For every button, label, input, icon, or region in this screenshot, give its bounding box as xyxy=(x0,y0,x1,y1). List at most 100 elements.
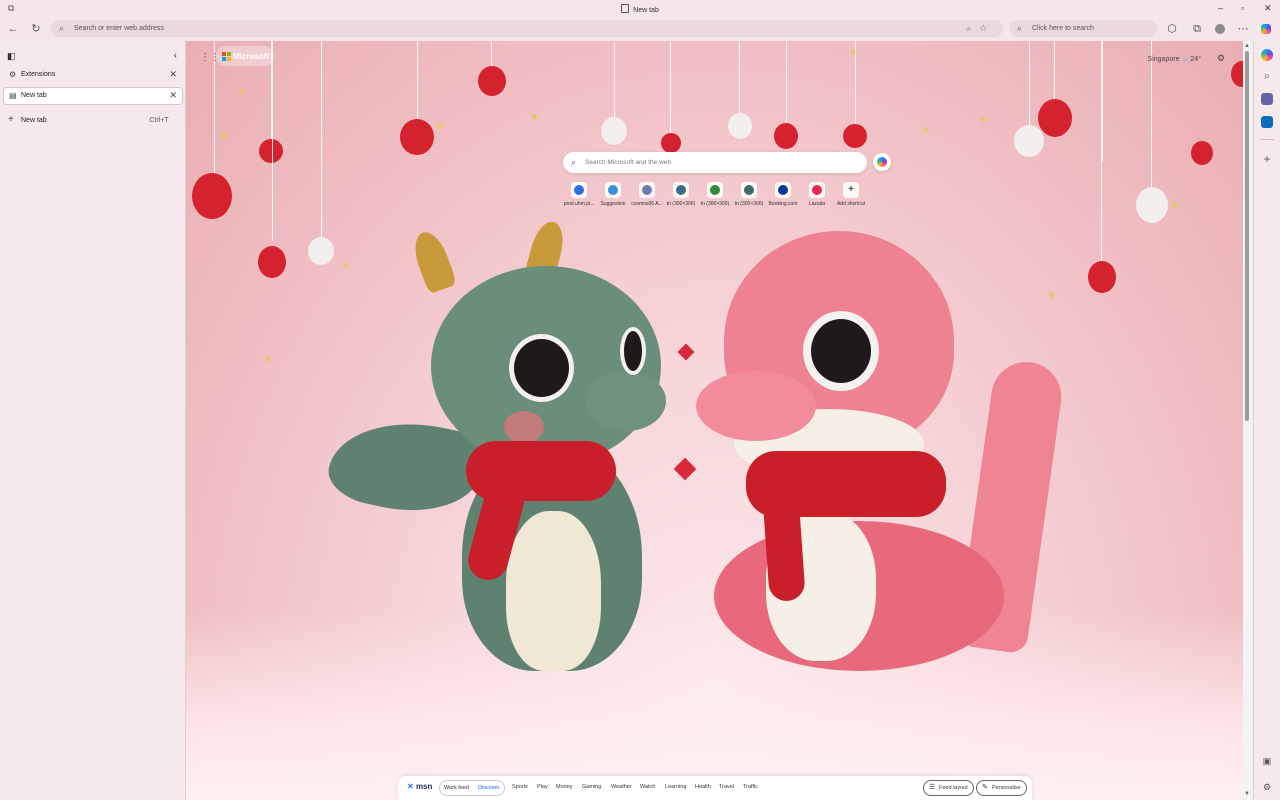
page-scrollbar[interactable]: ▲ ▼ xyxy=(1243,41,1252,800)
shortcut-tn-1[interactable]: tn (300×300) xyxy=(664,181,698,211)
copilot-icon[interactable] xyxy=(1259,22,1273,36)
sparkle-star: ✦ xyxy=(848,45,859,59)
ornament-red xyxy=(478,66,506,96)
collapse-pane-icon[interactable]: ‹ xyxy=(174,50,177,61)
edge-sidebar: ⌕ + ▣ ⚙ xyxy=(1253,41,1280,800)
shortcut-booking[interactable]: Booking.com xyxy=(766,181,800,211)
shortcut-lazada[interactable]: Lazada xyxy=(800,181,834,211)
nav-money[interactable]: Money xyxy=(556,784,573,790)
new-tab-button[interactable]: + New tab Ctrl+T xyxy=(7,114,179,127)
shortcut-add-shortcut[interactable]: + Add shortcut xyxy=(834,181,868,211)
ornament-white xyxy=(601,117,627,145)
page-icon xyxy=(621,4,630,13)
dragon-cheek xyxy=(504,411,544,443)
ornament-red xyxy=(258,246,286,278)
weather-widget[interactable]: Singapore ☁ 24° ⚙ xyxy=(1148,53,1225,64)
new-tab-label: New tab xyxy=(21,117,47,124)
outlook-icon[interactable] xyxy=(1261,116,1273,128)
collections-icon[interactable]: ⧉ xyxy=(1190,22,1204,36)
shortcut-suggestion[interactable]: Suggestion xyxy=(596,181,630,211)
ornament-red xyxy=(843,124,867,148)
shortcut-prod-link[interactable]: prod.uhm.pi... xyxy=(562,181,596,211)
tab-work-feed[interactable]: Work feed xyxy=(444,781,469,795)
tab-extensions[interactable]: ⚙ Extensions ✕ xyxy=(4,67,182,83)
ntp-search-box[interactable]: ⌕ Search Microsoft and the web xyxy=(563,152,867,173)
nav-watch[interactable]: Watch xyxy=(640,784,655,790)
scroll-up-icon[interactable]: ▲ xyxy=(1244,43,1250,49)
nav-play[interactable]: Play xyxy=(537,784,548,790)
close-tab-icon[interactable]: ✕ xyxy=(169,90,177,101)
shortcut-tn-3[interactable]: tn (300×300) xyxy=(732,181,766,211)
screenshot-icon[interactable]: ▣ xyxy=(1261,755,1273,767)
profile-avatar[interactable] xyxy=(1213,22,1227,36)
tab-label: New tab xyxy=(21,92,47,99)
tab-label: Extensions xyxy=(21,71,56,78)
tab-discover[interactable]: Discover xyxy=(478,781,499,795)
site-favicon-icon xyxy=(775,182,791,198)
close-tab-icon[interactable]: ✕ xyxy=(169,69,177,80)
favicon-glyph xyxy=(642,185,652,195)
personalise-label: Personalise xyxy=(992,785,1021,791)
ornament-string xyxy=(1102,41,1103,161)
ornament-red xyxy=(192,173,232,219)
copilot-button[interactable] xyxy=(873,153,891,171)
microsoft-logo[interactable]: Microsoft xyxy=(216,46,274,66)
nav-traffic[interactable]: Traffic xyxy=(743,784,758,790)
zoom-search-icon[interactable]: ⌕ xyxy=(967,23,980,33)
shortcut-cosmos[interactable]: cosmos06 A... xyxy=(630,181,664,211)
copilot-icon[interactable] xyxy=(1261,49,1273,61)
logo-square xyxy=(222,57,226,61)
ornament-red xyxy=(661,133,681,153)
shortcut-label: prod.uhm.pi... xyxy=(563,201,595,207)
favicon-glyph xyxy=(778,185,788,195)
vertical-tabs-header: ◧ ‹ xyxy=(7,50,179,63)
nav-weather[interactable]: Weather xyxy=(611,784,632,790)
tab-actions-icon[interactable]: ◧ xyxy=(7,51,16,62)
copilot-icon xyxy=(877,157,887,167)
more-options-icon[interactable]: ⋯ xyxy=(1236,22,1250,36)
add-app-icon[interactable]: + xyxy=(1261,153,1273,165)
shortcut-tn-2[interactable]: tn (300×300) xyxy=(698,181,732,211)
ntp-search-placeholder: Search Microsoft and the web xyxy=(585,159,671,166)
feed-layout-button[interactable]: ☰ Feed layout xyxy=(923,780,974,796)
ornament-string xyxy=(1029,41,1030,131)
search-icon[interactable]: ⌕ xyxy=(1261,71,1273,83)
address-placeholder: Search or enter web address xyxy=(74,25,164,32)
feed-layout-icon: ☰ xyxy=(929,784,936,791)
msn-logo[interactable]: ✕ msn xyxy=(407,782,432,791)
tab-new-tab[interactable]: ▤ New tab ✕ xyxy=(4,88,182,104)
search-box[interactable]: ⌕ Click here to search xyxy=(1009,20,1157,37)
shortcut-label: Lazada xyxy=(808,201,826,207)
nav-travel[interactable]: Travel xyxy=(719,784,734,790)
ornament-red xyxy=(1038,99,1072,137)
ornament-white xyxy=(728,113,752,139)
weather-temp: 24° xyxy=(1190,56,1201,63)
plus-icon: + xyxy=(843,182,859,198)
scrollbar-thumb[interactable] xyxy=(1245,51,1249,421)
back-button[interactable]: ← xyxy=(6,22,20,36)
personalise-button[interactable]: ✎ Personalise xyxy=(976,780,1027,796)
restore-button[interactable]: ▫ xyxy=(1241,3,1244,13)
nav-gaming[interactable]: Gaming xyxy=(582,784,601,790)
site-favicon-icon xyxy=(571,182,587,198)
scroll-down-icon[interactable]: ▼ xyxy=(1244,791,1250,797)
floor-glow xyxy=(186,610,1243,800)
minimize-button[interactable]: – xyxy=(1218,3,1223,13)
settings-gear-icon[interactable]: ⚙ xyxy=(1217,53,1225,64)
refresh-button[interactable]: ↻ xyxy=(29,22,43,36)
new-tab-page: ✦ ✦ ✦ ✦ ✦ ✤ ✤ ◆ ◆ ◆ ◆ ⋮⋮ Microsoft Singa… xyxy=(186,41,1243,800)
nav-learning[interactable]: Learning xyxy=(665,784,686,790)
nav-sports[interactable]: Sports xyxy=(512,784,528,790)
nav-health[interactable]: Health xyxy=(695,784,711,790)
close-window-button[interactable]: ✕ xyxy=(1264,3,1272,13)
dragon-snout xyxy=(586,371,666,431)
address-bar[interactable]: ⌕ Search or enter web address ⌕☆ xyxy=(51,20,1003,37)
favorite-star-icon[interactable]: ☆ xyxy=(980,23,995,33)
sidebar-settings-icon[interactable]: ⚙ xyxy=(1261,781,1273,793)
extensions-icon[interactable]: ⬡ xyxy=(1165,22,1179,36)
teams-icon[interactable] xyxy=(1261,93,1273,105)
snake-scarf-tail xyxy=(762,489,806,603)
address-actions: ⌕☆ xyxy=(967,23,995,34)
sidebar-divider xyxy=(1260,139,1274,140)
ornament-red xyxy=(1231,61,1243,87)
